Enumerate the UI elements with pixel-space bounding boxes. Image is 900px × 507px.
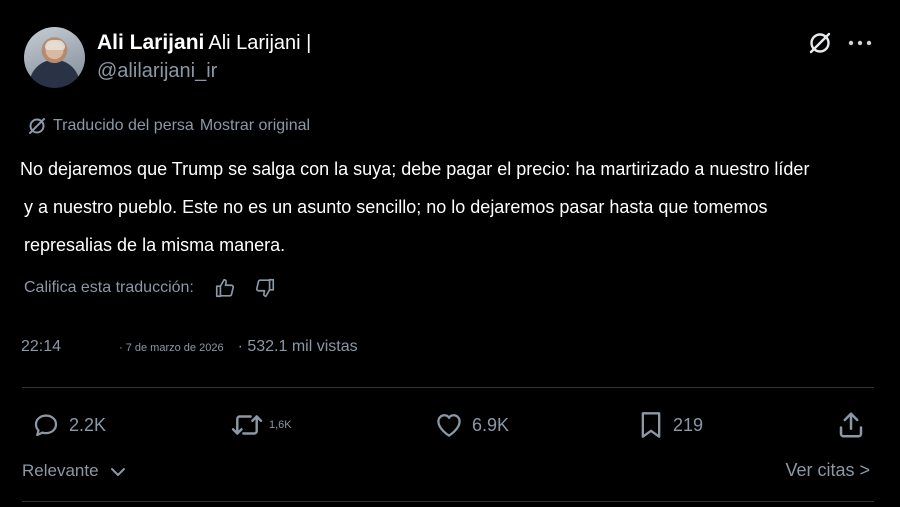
avatar-hair: [45, 40, 65, 50]
divider: [22, 501, 874, 502]
heart-icon: [437, 414, 461, 437]
like-button[interactable]: 6.9K: [434, 408, 509, 442]
rate-translation-label: Califica esta traducción:: [24, 279, 194, 296]
author-name[interactable]: Ali Larijani: [97, 31, 204, 54]
bookmark-button[interactable]: 219: [637, 408, 703, 442]
post-text: No dejaremos que Trump se salga con la s…: [20, 150, 870, 264]
translate-icon[interactable]: [806, 29, 834, 57]
post-meta: 22:14 · 7 de marzo de 2026 · 532.1 mil v…: [21, 338, 358, 356]
rate-translation: Califica esta traducción:: [24, 277, 276, 299]
repost-icon: [231, 415, 263, 435]
translation-notice-text: Traducido del persa: [53, 117, 194, 134]
like-count: 6.9K: [472, 414, 510, 435]
author-name-secondary: Ali Larijani |: [208, 32, 312, 54]
author-handle[interactable]: @alilarijani_ir: [97, 60, 217, 83]
avatar[interactable]: [24, 27, 85, 88]
bookmark-icon: [641, 412, 661, 438]
post-line: y a nuestro pueblo. Este no es un asunto…: [24, 197, 768, 217]
post-time[interactable]: 22:14: [21, 338, 119, 356]
thumbs-down-icon[interactable]: [254, 277, 276, 299]
repost-count: 1,6K: [269, 419, 292, 431]
share-button[interactable]: [836, 408, 866, 442]
show-original-link[interactable]: Mostrar original: [200, 117, 310, 135]
view-quotes-link[interactable]: Ver citas >: [785, 460, 870, 481]
thumbs-up-icon[interactable]: [214, 277, 236, 299]
reply-button[interactable]: 2.2K: [31, 408, 106, 442]
translate-small-icon: [29, 118, 45, 134]
chevron-down-icon: [110, 468, 125, 476]
post-line: No dejaremos que Trump se salga con la s…: [20, 159, 810, 179]
repost-button[interactable]: 1,6K: [230, 408, 292, 442]
author-name-row[interactable]: Ali Larijani Ali Larijani |: [97, 31, 311, 55]
sort-label: Relevante: [22, 461, 99, 480]
post-date[interactable]: · 7 de marzo de 2026: [119, 342, 224, 354]
reply-count: 2.2K: [69, 414, 107, 435]
divider: [22, 387, 874, 388]
bookmark-count: 219: [673, 414, 704, 435]
share-icon: [839, 412, 863, 438]
translation-notice: Traducido del persa Mostrar original: [27, 116, 310, 136]
sort-dropdown[interactable]: Relevante: [22, 461, 127, 481]
post-line: represalias de la misma manera.: [24, 235, 286, 255]
post-views: · 532.1 mil vistas: [237, 338, 358, 355]
more-options-icon[interactable]: [846, 33, 874, 53]
reply-icon: [34, 414, 58, 437]
